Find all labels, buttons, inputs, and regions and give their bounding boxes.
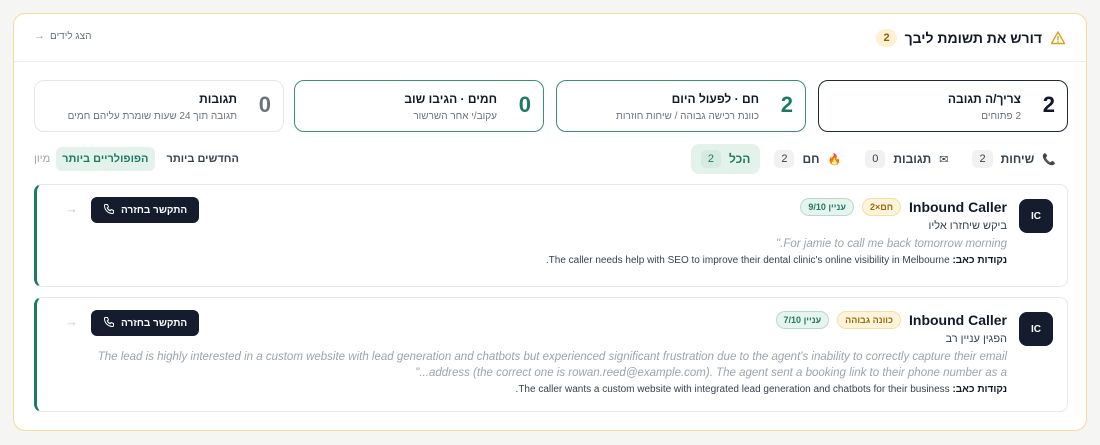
filter-tabs: הכל 2 🔥 חם 2 ✉ תגובות 0 📞 שיחות 2: [690, 144, 1066, 174]
filter-tab-calls[interactable]: 📞 שיחות 2: [962, 144, 1066, 174]
call-back-button[interactable]: התקשר בחזרה: [91, 197, 200, 223]
interest-badge: עניין 9/10: [800, 198, 854, 216]
lead-card[interactable]: IC Inbound Caller כוונה גבוהה עניין 7/10…: [34, 297, 1068, 412]
interest-badge: עניין 7/10: [775, 311, 830, 329]
phone-icon: 📞: [1042, 153, 1056, 166]
open-lead-arrow-icon[interactable]: →: [65, 314, 78, 329]
call-back-button[interactable]: התקשר בחזרה: [91, 310, 200, 336]
card-number: 2: [1042, 92, 1055, 117]
filter-count: 2: [700, 150, 721, 168]
attention-panel: דורש את תשומת ליבך 2 → הצג לידים 2 צריך/…: [13, 13, 1087, 431]
sort-control: מיון הפופולריים ביותר החדשים ביותר: [34, 146, 245, 172]
panel-header: דורש את תשומת ליבך 2 → הצג לידים: [14, 14, 1086, 62]
filter-label: הכל: [728, 152, 751, 166]
call-back-label: התקשר בחזרה: [121, 317, 188, 329]
summary-card-warm[interactable]: 0 חמים · הגיבו שוב עקוב/י אחר השרשור: [294, 80, 544, 132]
filter-count: 2: [774, 150, 795, 168]
card-subtitle: עקוב/י אחר השרשור: [413, 111, 497, 122]
lead-subtitle: הפגין עניין רב: [945, 333, 1007, 345]
pain-points: נקודות כאב: The caller needs help with S…: [57, 255, 1007, 266]
lead-card[interactable]: IC Inbound Caller חם×2 עניין 9/10 ביקש ש…: [34, 184, 1068, 287]
lead-subtitle: ביקש שיחזרו אליו: [928, 220, 1008, 232]
card-title: חם · לפעול היום: [671, 92, 759, 106]
filter-count: 2: [972, 150, 993, 168]
card-number: 0: [258, 92, 271, 117]
lead-title-row: Inbound Caller כוונה גבוהה עניין 7/10: [57, 310, 1007, 330]
view-leads-label: הצג לידים: [50, 30, 92, 42]
card-number: 2: [780, 92, 793, 117]
call-back-label: התקשר בחזרה: [121, 204, 188, 216]
lead-quote: The lead is highly interested in a custo…: [97, 351, 1007, 379]
envelope-icon: ✉: [939, 153, 949, 166]
card-subtitle: כוונת רכישה גבוהה / שיחות חוזרות: [616, 111, 759, 122]
card-subtitle: 2 פתוחים: [981, 111, 1021, 122]
filter-label: שיחות: [1000, 152, 1035, 166]
lead-name: Inbound Caller: [909, 312, 1007, 328]
intent-badge: כוונה גבוהה: [837, 311, 901, 329]
arrow-icon: →: [34, 30, 45, 42]
header-title: דורש את תשומת ליבך: [904, 30, 1042, 46]
sort-option-newest[interactable]: החדשים ביותר: [161, 147, 245, 171]
avatar: IC: [1019, 312, 1053, 346]
card-subtitle: תגובה תוך 24 שעות שומרת עליהם חמים: [67, 111, 237, 122]
pain-points: נקודות כאב: The caller wants a custom we…: [57, 384, 1007, 395]
pain-points-label: נקודות כאב:: [952, 255, 1007, 266]
card-number: 0: [518, 92, 531, 117]
lead-title-row: Inbound Caller חם×2 עניין 9/10: [57, 197, 1007, 217]
card-title: צריך/ה תגובה: [947, 92, 1021, 106]
hot-badge: חם×2: [861, 198, 901, 216]
summary-card-hot[interactable]: 2 חם · לפעול היום כוונת רכישה גבוהה / שי…: [556, 80, 806, 132]
pain-points-label: נקודות כאב:: [952, 384, 1007, 395]
summary-card-needs-reply[interactable]: 2 צריך/ה תגובה 2 פתוחים: [818, 80, 1068, 132]
lead-body: Inbound Caller חם×2 עניין 9/10 ביקש שיחז…: [57, 197, 1007, 266]
phone-icon: [103, 203, 115, 218]
attention-count-badge: 2: [876, 29, 897, 47]
pain-points-text: The caller wants a custom website with i…: [515, 384, 950, 395]
avatar: IC: [1019, 199, 1053, 233]
view-leads-link[interactable]: → הצג לידים: [34, 30, 91, 42]
fire-icon: 🔥: [827, 153, 842, 166]
summary-card-replies[interactable]: 0 תגובות תגובה תוך 24 שעות שומרת עליהם ח…: [34, 80, 284, 132]
filter-tab-hot[interactable]: 🔥 חם 2: [764, 144, 851, 174]
warning-triangle-icon: [1050, 30, 1066, 46]
filter-tab-replies[interactable]: ✉ תגובות 0: [855, 144, 958, 174]
pain-points-text: The caller needs help with SEO to improv…: [545, 255, 950, 266]
lead-name: Inbound Caller: [909, 199, 1007, 215]
card-title: חמים · הגיבו שוב: [404, 92, 497, 106]
filter-label: חם: [802, 152, 820, 166]
phone-icon: [103, 316, 115, 331]
lead-quote: For jamie to call me back tomorrow morni…: [776, 238, 1007, 250]
open-lead-arrow-icon[interactable]: →: [65, 201, 78, 216]
filter-count: 0: [865, 150, 886, 168]
sort-label: מיון: [34, 153, 51, 165]
sort-option-popular[interactable]: הפופולריים ביותר: [56, 147, 155, 171]
filter-label: תגובות: [893, 152, 932, 166]
card-title: תגובות: [199, 92, 237, 106]
filter-tab-all[interactable]: הכל 2: [690, 144, 761, 174]
header-title-group: דורש את תשומת ליבך 2: [876, 28, 1066, 48]
lead-body: Inbound Caller כוונה גבוהה עניין 7/10 הפ…: [57, 310, 1007, 395]
